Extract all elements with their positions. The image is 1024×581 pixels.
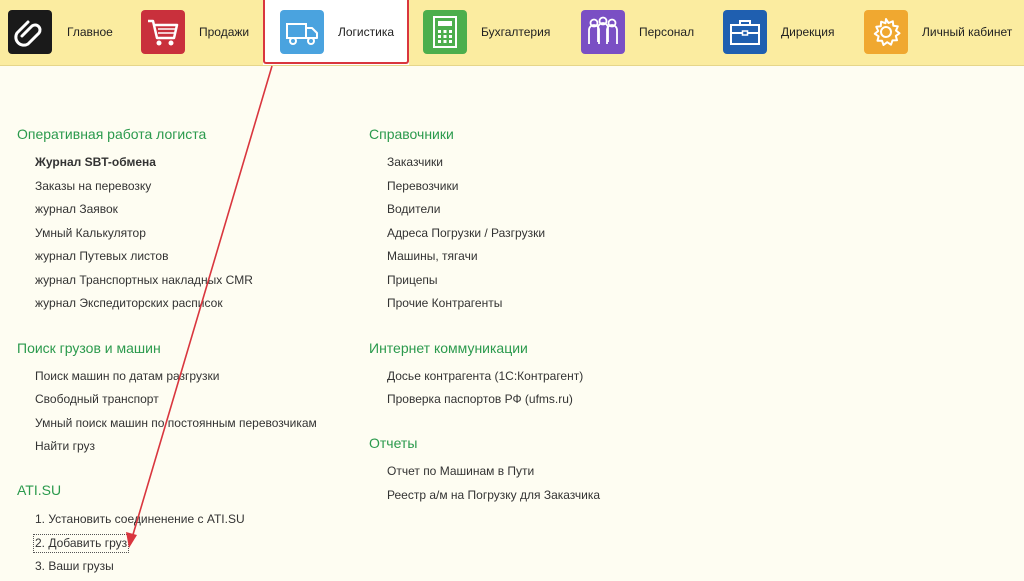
nav-item-direction[interactable]: Дирекция (709, 0, 851, 65)
nav-item-main[interactable]: Главное (0, 0, 125, 65)
link-sbt-exchange-journal[interactable]: Журнал SBT-обмена (35, 155, 156, 170)
section-title-ati: ATI.SU (17, 482, 62, 498)
section-title-search: Поиск грузов и машин (17, 340, 161, 356)
link-ati-connect[interactable]: 1. Установить соединенение с ATI.SU (35, 512, 245, 527)
link-search-by-unload-date[interactable]: Поиск машин по датам разгрузки (35, 369, 219, 384)
section-title-refs: Справочники (369, 126, 454, 142)
briefcase-icon (723, 10, 767, 54)
link-counterparty-dossier[interactable]: Досье контрагента (1С:Контрагент) (387, 369, 583, 384)
link-vehicles[interactable]: Машины, тягачи (387, 249, 478, 264)
link-transport-orders[interactable]: Заказы на перевозку (35, 179, 151, 194)
link-forwarding-receipts-journal[interactable]: журнал Экспедиторских расписок (35, 296, 223, 311)
link-find-cargo[interactable]: Найти груз (35, 439, 95, 454)
section-title-operative: Оперативная работа логиста (17, 126, 207, 142)
link-ati-your-cargo[interactable]: 3. Ваши грузы (35, 559, 114, 574)
link-smart-calculator[interactable]: Умный Калькулятор (35, 226, 146, 241)
link-other-counterparties[interactable]: Прочие Контрагенты (387, 296, 502, 311)
nav-label-accounting: Бухгалтерия (481, 25, 551, 39)
nav-label-staff: Персонал (639, 25, 695, 39)
section-title-internet: Интернет коммуникации (369, 340, 528, 356)
link-smart-carrier-search[interactable]: Умный поиск машин по постоянным перевозч… (35, 416, 317, 431)
link-trailers[interactable]: Прицепы (387, 273, 438, 288)
nav-item-cabinet[interactable]: Личный кабинет (851, 0, 1024, 65)
link-cmr-journal[interactable]: журнал Транспортных накладных CMR (35, 273, 253, 288)
nav-item-sales[interactable]: Продажи (125, 0, 263, 65)
arrow-head (126, 532, 137, 548)
link-loading-register[interactable]: Реестр а/м на Погрузку для Заказчика (387, 488, 600, 503)
top-navigation-bar: Главное Продажи Логистика Бухгалтерия Пе… (0, 0, 1024, 66)
nav-label-direction: Дирекция (781, 25, 835, 39)
link-customers[interactable]: Заказчики (387, 155, 443, 170)
nav-item-accounting[interactable]: Бухгалтерия (409, 0, 569, 65)
nav-item-staff[interactable]: Персонал (569, 0, 709, 65)
link-addresses[interactable]: Адреса Погрузки / Разгрузки (387, 226, 545, 241)
nav-label-sales: Продажи (199, 25, 250, 39)
calculator-icon (423, 10, 467, 54)
truck-icon (280, 10, 324, 54)
paperclip-icon (8, 10, 52, 54)
nav-item-logistics[interactable]: Логистика (263, 0, 409, 65)
nav-label-cabinet: Личный кабинет (922, 25, 1013, 39)
nav-label-main: Главное (67, 25, 113, 39)
link-waybills-journal[interactable]: журнал Путевых листов (35, 249, 168, 264)
nav-label-logistics: Логистика (338, 25, 395, 39)
link-vehicles-in-transit-report[interactable]: Отчет по Машинам в Пути (387, 464, 534, 479)
shopping-cart-icon (141, 10, 185, 54)
gear-icon (864, 10, 908, 54)
link-free-transport[interactable]: Свободный транспорт (35, 392, 159, 407)
section-title-reports: Отчеты (369, 435, 418, 451)
link-carriers[interactable]: Перевозчики (387, 179, 458, 194)
people-icon (581, 10, 625, 54)
link-passport-check[interactable]: Проверка паспортов РФ (ufms.ru) (387, 392, 573, 407)
link-ati-add-cargo[interactable]: 2. Добавить груз (32, 534, 130, 553)
link-drivers[interactable]: Водители (387, 202, 440, 217)
link-requests-journal[interactable]: журнал Заявок (35, 202, 118, 217)
